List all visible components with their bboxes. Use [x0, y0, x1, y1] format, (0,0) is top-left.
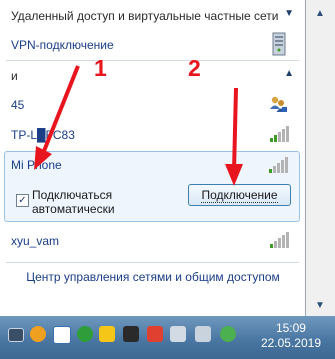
antivirus-icon[interactable] — [147, 326, 163, 342]
pen-tablet-icon[interactable] — [53, 326, 71, 344]
annotation-label-1: 1 — [94, 55, 107, 81]
clock-time: 15:09 — [275, 321, 306, 335]
network-tray-icon[interactable] — [8, 328, 24, 342]
annotation-label-2: 2 — [188, 55, 201, 81]
clock[interactable]: 15:09 22.05.2019 — [261, 321, 321, 351]
taskbar: 15:09 22.05.2019 — [0, 316, 335, 359]
app-icon[interactable] — [123, 326, 139, 342]
wifi-tray-icon[interactable] — [220, 326, 236, 342]
sync-icon[interactable] — [77, 326, 93, 342]
clock-date: 22.05.2019 — [260, 336, 321, 350]
mail-icon[interactable] — [99, 326, 115, 342]
flag-icon[interactable] — [195, 326, 211, 342]
update-icon[interactable] — [30, 326, 46, 342]
speaker-icon[interactable] — [170, 326, 186, 342]
annotation-arrows — [34, 65, 243, 186]
